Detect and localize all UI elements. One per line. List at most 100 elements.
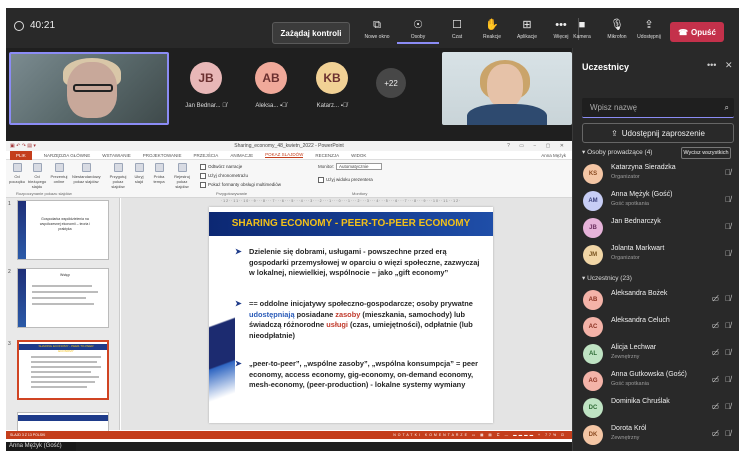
mic-muted-icon: 🎙̸ bbox=[725, 348, 731, 357]
from-current-button[interactable]: Od bieżącego slajdu bbox=[28, 163, 46, 189]
close-icon[interactable]: ✕ bbox=[725, 60, 733, 71]
camera-off-icon: ▭̸ bbox=[711, 348, 719, 357]
show-media-controls-checkbox[interactable]: Pokaż formanty obsługi multimediów bbox=[200, 182, 281, 188]
mic-muted-icon: 🎙̸ bbox=[342, 103, 348, 109]
participant-list-item[interactable]: KS Katarzyna Sieradzka Organizator 🎙̸ bbox=[583, 162, 737, 186]
new-window-button[interactable]: ⧉ Nowe okno bbox=[356, 18, 398, 40]
mute-all-button[interactable]: Wycisz wszystkich bbox=[681, 147, 731, 159]
ribbon: Od początku Od bieżącego slajdu Prezentu… bbox=[6, 160, 572, 198]
attendees-section-header[interactable]: ▾ Uczestnicy (23) bbox=[582, 274, 632, 282]
participant-list-item[interactable]: DC Dominika Chruślak ▭̸ 🎙̸ bbox=[583, 396, 737, 420]
share-invite-button[interactable]: ⇪ Udostępnij zaproszenie bbox=[582, 123, 734, 143]
slide-thumbnail[interactable]: Wstęp bbox=[17, 268, 109, 328]
participant-role: Organizator bbox=[611, 174, 640, 180]
slide-bullet: ➤ Dzielenie się dobrami, usługami - powsz… bbox=[235, 247, 480, 278]
avatar: JB bbox=[190, 62, 222, 94]
slide-thumbnail-selected[interactable]: SHARING ECONOMY - PEER-TO-PEER ECONOMY bbox=[17, 340, 109, 400]
tab-animations[interactable]: ANIMACJE bbox=[230, 153, 253, 158]
tab-view[interactable]: WIDOK bbox=[351, 153, 366, 158]
tab-transitions[interactable]: PRZEJŚCIA bbox=[194, 153, 219, 158]
tab-review[interactable]: RECENZJA bbox=[315, 153, 339, 158]
more-options-icon[interactable]: ••• bbox=[707, 60, 716, 70]
participant-list-item[interactable]: JB Jan Bednarczyk 🎙̸ bbox=[583, 216, 737, 240]
thumb-title: SHARING ECONOMY - PEER-TO-PEER ECONOMY bbox=[38, 344, 94, 353]
monitor-select[interactable]: Automatycznie bbox=[336, 163, 382, 170]
record-show-button[interactable]: Rejestruj pokaz slajdów bbox=[170, 163, 194, 189]
group-label: Rozpoczynanie pokazu slajdów bbox=[16, 191, 72, 196]
leave-button[interactable]: ☎ Opuść bbox=[670, 22, 724, 42]
mic-muted-icon: 🎙̸ bbox=[725, 375, 731, 384]
participant-avatar-tile[interactable]: JB Jan Bednar... 🎙̸ bbox=[176, 62, 236, 109]
mic-muted-icon: 🎙̸ bbox=[725, 321, 731, 330]
custom-show-button[interactable]: Niestandardowy pokaz slajdów bbox=[72, 163, 101, 184]
search-icon: ⌕ bbox=[724, 103, 729, 112]
tab-slideshow[interactable]: POKAZ SLAJDÓW bbox=[265, 152, 304, 158]
setup-show-button[interactable]: Przygotuj pokaz slajdów bbox=[106, 163, 130, 189]
video-person-glasses bbox=[73, 84, 113, 92]
participant-list-item[interactable]: AG Anna Gutkowska (Gość) Gość spotkania ▭̸ 🎙… bbox=[583, 369, 737, 393]
mic-muted-icon: 🎙̸ bbox=[725, 294, 731, 303]
participant-list-item[interactable]: AL Alicja Lechwar Zewnętrzny ▭̸ 🎙̸ bbox=[583, 342, 737, 366]
teams-meeting-window: 40:21 Zażądaj kontroli ⧉ Nowe okno ☉ Osoby… bbox=[6, 8, 739, 451]
group-label: Przygotowywanie bbox=[216, 191, 248, 196]
thumb-number: 3 bbox=[8, 341, 11, 347]
organizers-section-header[interactable]: ▾ Osoby prowadzące (4) bbox=[582, 148, 652, 156]
avatar: DK bbox=[583, 425, 603, 445]
people-button[interactable]: ☉ Osoby bbox=[397, 18, 439, 44]
participant-avatar-tile[interactable]: KB Katarz... ▪🎙̸ bbox=[302, 62, 362, 109]
presenter-view-checkbox[interactable]: Użyj widoku prezentera bbox=[318, 177, 373, 183]
mic-muted-icon: 🎙̸ bbox=[282, 103, 287, 109]
participant-name: Aleksa... ▪🎙̸ bbox=[255, 103, 287, 109]
avatar: AG bbox=[583, 371, 603, 391]
avatar: KB bbox=[316, 62, 348, 94]
participant-avatar-tile[interactable]: AB Aleksa... ▪🎙̸ bbox=[241, 62, 301, 109]
participant-name: Katarz... ▪🎙̸ bbox=[316, 103, 348, 109]
tab-design[interactable]: PROJEKTOWANIE bbox=[143, 153, 182, 158]
thumb-number: 1 bbox=[8, 201, 11, 207]
from-beginning-button[interactable]: Od początku bbox=[8, 163, 26, 184]
panel-title: Uczestnicy bbox=[582, 62, 630, 72]
new-window-icon: ⧉ bbox=[373, 19, 381, 31]
more-participants-badge[interactable]: +22 bbox=[376, 68, 406, 98]
phone-hangup-icon: ☎ bbox=[678, 27, 689, 37]
mic-muted-icon: 🎙̸ bbox=[725, 222, 731, 231]
timer-text: 40:21 bbox=[30, 20, 56, 31]
avatar: AC bbox=[583, 317, 603, 337]
thumb-title: Gospodarka współdzielenia na współczesne… bbox=[39, 217, 91, 231]
participant-list-item[interactable]: AM Anna Mężyk (Gość) Gość spotkania 🎙̸ bbox=[583, 189, 737, 213]
tab-home[interactable]: NARZĘDZIA GŁÓWNE bbox=[44, 153, 91, 158]
avatar: JM bbox=[583, 245, 603, 265]
rehearse-button[interactable]: Próba tempa bbox=[150, 163, 168, 184]
custom-show-icon bbox=[81, 163, 91, 172]
participant-list-item[interactable]: AB Aleksandra Bożek ▭̸ 🎙̸ bbox=[583, 288, 737, 312]
slide-thumbnail[interactable] bbox=[17, 412, 109, 432]
slide-thumbnail-pane: 1 Gospodarka współdzielenia na współczes… bbox=[6, 198, 120, 432]
ppt-window-title: Sharing_economy_48_kwietn_2022 - PowerPo… bbox=[234, 143, 344, 149]
camera-off-icon: ▭̸ bbox=[711, 429, 719, 438]
search-input[interactable]: Wpisz nazwę ⌕ bbox=[582, 98, 734, 118]
participant-name: Dorota Król bbox=[611, 425, 647, 432]
tab-insert[interactable]: WSTAWIANIE bbox=[102, 153, 131, 158]
slide-thumbnail[interactable]: Gospodarka współdzielenia na współczesne… bbox=[17, 200, 109, 260]
hide-slide-button[interactable]: Ukryj slajd bbox=[130, 163, 148, 184]
use-timings-checkbox[interactable]: Użyj chronometrażu bbox=[200, 173, 248, 179]
tab-file[interactable]: PLIK bbox=[10, 150, 32, 160]
participant-name: Katarzyna Sieradzka bbox=[611, 164, 676, 171]
participant-list-item[interactable]: JM Jolanta Markwart Organizator 🎙̸ bbox=[583, 243, 737, 267]
share-button[interactable]: ⇪ Udostępnij bbox=[628, 18, 670, 40]
play-narrations-checkbox[interactable]: Odtwórz narracje bbox=[200, 164, 242, 170]
hide-slide-icon bbox=[134, 163, 144, 172]
participant-list-item[interactable]: DK Dorota Król Zewnętrzny ▭̸ 🎙̸ bbox=[583, 423, 737, 447]
people-icon: ☉ bbox=[413, 19, 423, 31]
participant-list-item[interactable]: AC Aleksandra Celuch ▭̸ 🎙̸ bbox=[583, 315, 737, 339]
request-control-button[interactable]: Zażądaj kontroli bbox=[272, 22, 350, 44]
participant-video-tile[interactable] bbox=[442, 52, 572, 125]
status-controls[interactable]: NOTATKI KOMENTARZE ▭ ▦ ▤ ⊏ — ▬▬▬▬ + 77% … bbox=[393, 431, 566, 439]
participant-video-tile[interactable] bbox=[9, 52, 169, 125]
chevron-down-icon: ▾ bbox=[582, 149, 586, 156]
chevron-down-icon: ▾ bbox=[582, 275, 586, 282]
current-slide[interactable]: SHARING ECONOMY - PEER-TO-PEER ECONOMY ➤… bbox=[209, 207, 493, 423]
video-person-face bbox=[487, 64, 523, 108]
present-online-button[interactable]: Prezentuj online bbox=[50, 163, 68, 184]
thumb-number: 2 bbox=[8, 269, 11, 275]
